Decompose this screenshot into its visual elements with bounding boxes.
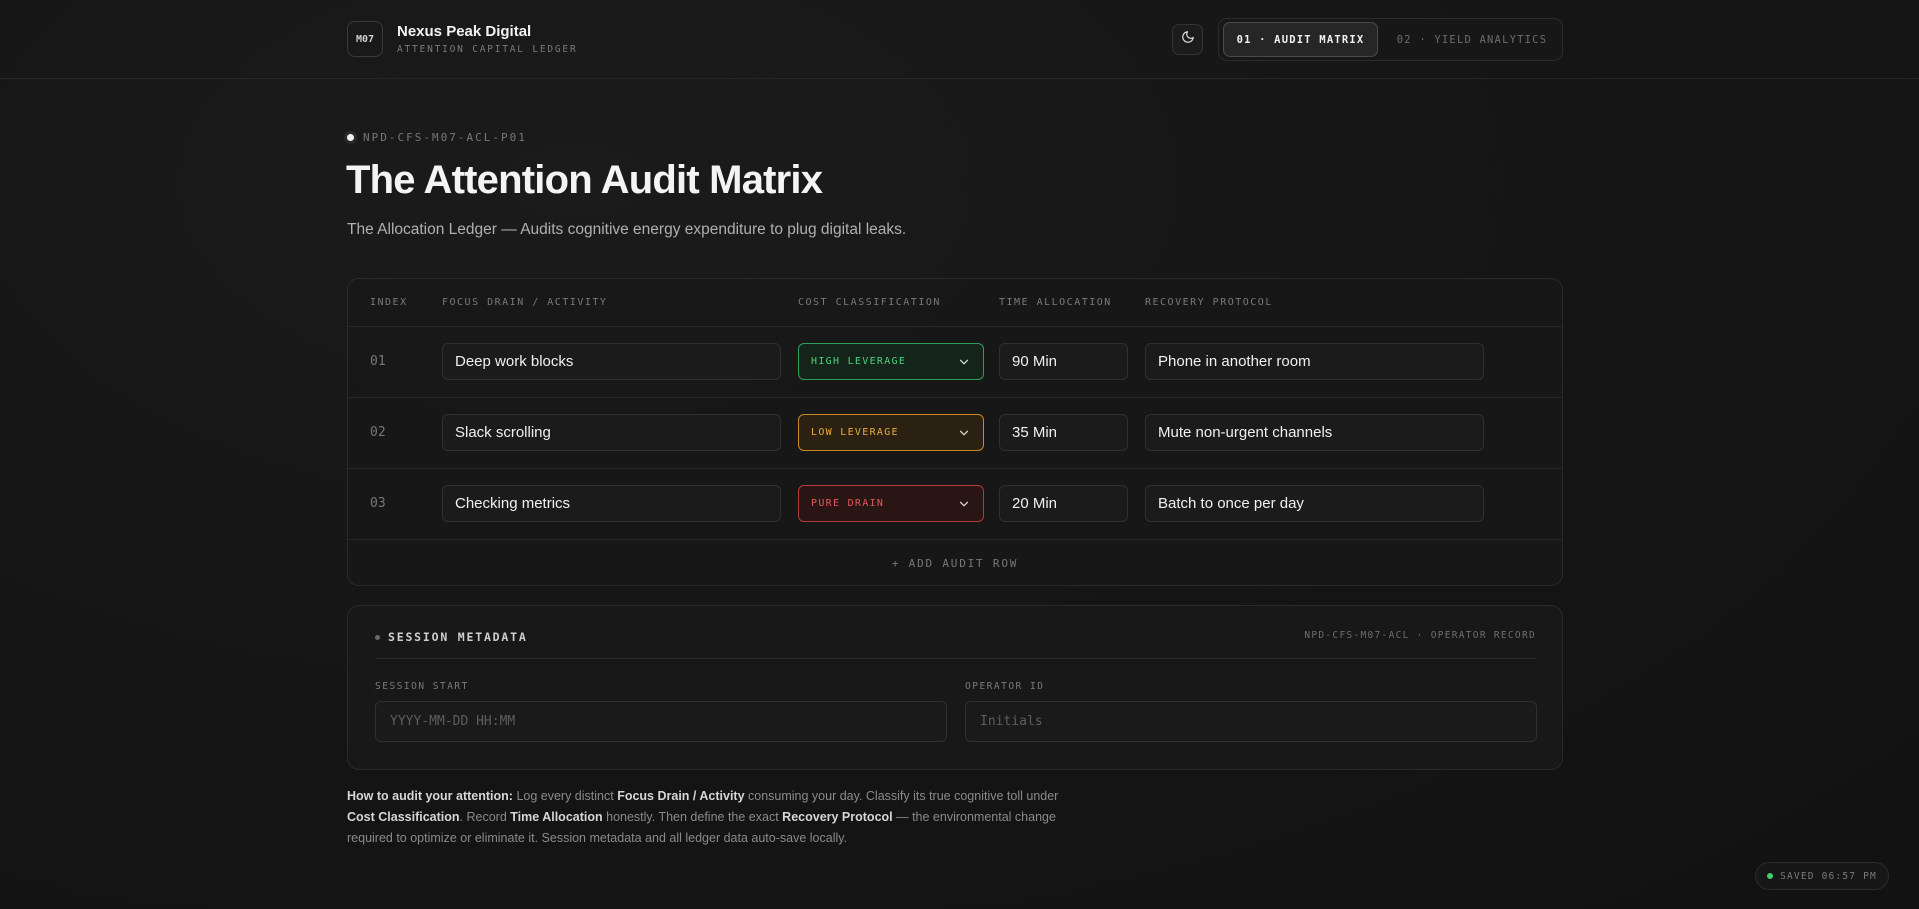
- view-tabs: 01 · AUDIT MATRIX 02 · YIELD ANALYTICS: [1218, 18, 1563, 61]
- audit-table: INDEX FOCUS DRAIN / ACTIVITY COST CLASSI…: [347, 278, 1563, 586]
- audit-instructions: How to audit your attention: Log every d…: [347, 786, 1067, 849]
- operator-record-label: NPD-CFS-M07-ACL · OPERATOR RECORD: [1304, 630, 1536, 641]
- session-metadata-title: SESSION METADATA: [388, 630, 528, 644]
- module-logo: M07: [347, 21, 383, 57]
- status-dot-icon: [347, 134, 354, 141]
- cost-value: PURE DRAIN: [811, 498, 885, 509]
- session-start-input[interactable]: [375, 701, 947, 742]
- session-metadata-panel: SESSION METADATA NPD-CFS-M07-ACL · OPERA…: [347, 605, 1563, 770]
- page-title: The Attention Audit Matrix: [346, 158, 823, 202]
- instructions-term: Recovery Protocol: [782, 810, 893, 824]
- tab-audit-matrix[interactable]: 01 · AUDIT MATRIX: [1223, 22, 1378, 57]
- cost-value: LOW LEVERAGE: [811, 427, 899, 438]
- cost-value: HIGH LEVERAGE: [811, 356, 907, 367]
- instructions-text: consuming your day. Classify its true co…: [744, 789, 1059, 803]
- page-subtitle: The Allocation Ledger — Audits cognitive…: [347, 221, 907, 238]
- recovery-protocol-input[interactable]: Phone in another room: [1145, 343, 1484, 380]
- bullet-dot-icon: [375, 634, 380, 640]
- chevron-down-icon: [959, 430, 969, 436]
- document-id: NPD-CFS-M07-ACL-P01: [363, 131, 527, 144]
- table-row: 02 Slack scrolling LOW LEVERAGE 35 Min M…: [348, 397, 1562, 469]
- instructions-term: Focus Drain / Activity: [617, 789, 745, 803]
- divider: [375, 658, 1536, 659]
- activity-input[interactable]: Slack scrolling: [442, 414, 781, 451]
- cost-classification-select[interactable]: PURE DRAIN: [798, 485, 984, 522]
- table-row: 03 Checking metrics PURE DRAIN 20 Min Ba…: [348, 468, 1562, 540]
- operator-id-label: OPERATOR ID: [965, 681, 1045, 692]
- top-bar: M07 Nexus Peak Digital ATTENTION CAPITAL…: [0, 0, 1919, 79]
- time-allocation-input[interactable]: 90 Min: [999, 343, 1128, 380]
- row-index: 01: [370, 354, 386, 369]
- header-recovery: RECOVERY PROTOCOL: [1145, 297, 1273, 308]
- theme-toggle-button[interactable]: [1172, 24, 1203, 55]
- table-row: 01 Deep work blocks HIGH LEVERAGE 90 Min…: [348, 326, 1562, 398]
- saved-text: SAVED 06:57 PM: [1780, 870, 1877, 882]
- cost-classification-select[interactable]: HIGH LEVERAGE: [798, 343, 984, 380]
- instructions-lead: How to audit your attention:: [347, 789, 513, 803]
- time-allocation-input[interactable]: 35 Min: [999, 414, 1128, 451]
- time-allocation-input[interactable]: 20 Min: [999, 485, 1128, 522]
- save-status-badge: SAVED 06:57 PM: [1755, 862, 1889, 890]
- header-time: TIME ALLOCATION: [999, 297, 1112, 308]
- cost-classification-select[interactable]: LOW LEVERAGE: [798, 414, 984, 451]
- moon-icon: [1181, 30, 1195, 49]
- session-start-label: SESSION START: [375, 681, 469, 692]
- row-index: 02: [370, 425, 386, 440]
- instructions-term: Time Allocation: [510, 810, 603, 824]
- chevron-down-icon: [959, 359, 969, 365]
- instructions-text: Log every distinct: [512, 789, 618, 803]
- session-metadata-heading: SESSION METADATA: [375, 630, 528, 644]
- saved-indicator-icon: [1767, 873, 1774, 879]
- brand-name: Nexus Peak Digital: [397, 23, 532, 40]
- recovery-protocol-input[interactable]: Batch to once per day: [1145, 485, 1484, 522]
- activity-input[interactable]: Checking metrics: [442, 485, 781, 522]
- instructions-term: Cost Classification: [347, 810, 460, 824]
- instructions-text: . Record: [459, 810, 511, 824]
- header-index: INDEX: [370, 297, 408, 308]
- activity-input[interactable]: Deep work blocks: [442, 343, 781, 380]
- chevron-down-icon: [959, 501, 969, 507]
- add-audit-row-button[interactable]: + ADD AUDIT ROW: [348, 540, 1562, 585]
- tab-yield-analytics[interactable]: 02 · YIELD ANALYTICS: [1387, 22, 1557, 57]
- document-id-row: NPD-CFS-M07-ACL-P01: [347, 131, 527, 144]
- table-header: INDEX FOCUS DRAIN / ACTIVITY COST CLASSI…: [348, 279, 1562, 327]
- recovery-protocol-input[interactable]: Mute non-urgent channels: [1145, 414, 1484, 451]
- header-activity: FOCUS DRAIN / ACTIVITY: [442, 297, 608, 308]
- instructions-text: honestly. Then define the exact: [602, 810, 783, 824]
- operator-id-input[interactable]: [965, 701, 1537, 742]
- brand-subtitle: ATTENTION CAPITAL LEDGER: [397, 44, 578, 55]
- header-cost: COST CLASSIFICATION: [798, 297, 941, 308]
- row-index: 03: [370, 496, 386, 511]
